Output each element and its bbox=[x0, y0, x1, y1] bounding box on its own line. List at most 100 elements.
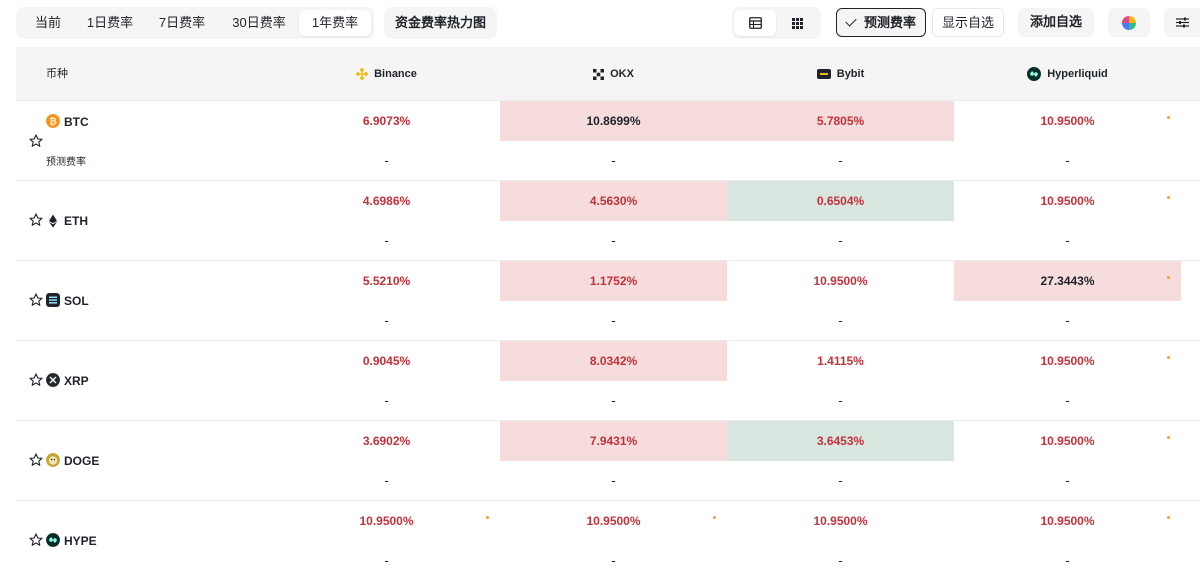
rate-cell-binance: 3.6902% bbox=[362, 434, 411, 448]
bybit-column-header[interactable]: Bybit bbox=[727, 47, 954, 101]
add-favorites-button[interactable]: 添加自选 bbox=[1018, 8, 1094, 37]
predicted-cell-binance: - bbox=[384, 473, 389, 488]
hyperliquid-column-header[interactable]: Hyperliquid bbox=[954, 47, 1181, 101]
settings-button[interactable] bbox=[1164, 8, 1200, 37]
star-icon[interactable] bbox=[29, 373, 43, 387]
rate-cell-hyperliquid: 10.9500% bbox=[1040, 194, 1095, 208]
predicted-rate-sublabel: 预测费率 bbox=[46, 157, 86, 168]
okx-logo-icon bbox=[593, 68, 605, 80]
predicted-cell-okx: - bbox=[611, 393, 616, 408]
okx-label: OKX bbox=[610, 68, 634, 80]
rate-cell-okx: 10.8699% bbox=[500, 101, 727, 141]
coin-symbol[interactable]: HYPE bbox=[64, 534, 97, 548]
predicted-cell-bybit: - bbox=[838, 553, 843, 568]
btc-coin-icon: ₿ bbox=[46, 114, 60, 128]
table-header: 币种 Binance OKX Bybit Hyperliquid bbox=[16, 47, 1200, 101]
coin-symbol[interactable]: DOGE bbox=[64, 454, 99, 468]
rate-cell-bybit: 5.7805% bbox=[727, 101, 954, 141]
coin-symbol[interactable]: XRP bbox=[64, 374, 89, 388]
predicted-cell-hyperliquid: - bbox=[1065, 553, 1070, 568]
rate-cell-okx: 10.9500% bbox=[586, 514, 641, 528]
predicted-cell-okx: - bbox=[611, 313, 616, 328]
period-tabs: 当前 1日费率 7日费率 30日费率 1年费率 bbox=[16, 7, 374, 39]
table-row-xrp: XRP 0.9045% 8.0342% 1.4115% 10.9500% - -… bbox=[16, 341, 1200, 421]
predicted-cell-bybit: - bbox=[838, 153, 843, 168]
tab-30d-rate[interactable]: 30日费率 bbox=[220, 10, 298, 36]
tab-7d-rate[interactable]: 7日费率 bbox=[144, 10, 220, 36]
rate-cell-hyperliquid: 10.9500% bbox=[1040, 354, 1095, 368]
hype-coin-icon bbox=[46, 533, 60, 547]
predicted-cell-binance: - bbox=[384, 313, 389, 328]
predicted-cell-bybit: - bbox=[838, 393, 843, 408]
predicted-rate-toggle[interactable]: 预测费率 bbox=[836, 8, 926, 37]
coin-symbol[interactable]: SOL bbox=[64, 294, 89, 308]
sliders-icon bbox=[1175, 17, 1189, 28]
rate-cell-binance: 10.9500% bbox=[359, 514, 414, 528]
rate-cell-bybit: 10.9500% bbox=[813, 514, 868, 528]
toolbar: 当前 1日费率 7日费率 30日费率 1年费率 资金费率热力图 预测费率 显示自… bbox=[0, 0, 1200, 46]
rate-cell-binance: 0.9045% bbox=[362, 354, 411, 368]
table-row-sol: SOL 5.5210% 1.1752% 10.9500% 27.3443% - … bbox=[16, 261, 1200, 341]
rate-cell-bybit: 3.6453% bbox=[727, 421, 954, 461]
hyperliquid-label: Hyperliquid bbox=[1047, 68, 1108, 80]
binance-column-header[interactable]: Binance bbox=[273, 47, 500, 101]
xrp-coin-icon bbox=[46, 373, 60, 387]
predicted-cell-hyperliquid: - bbox=[1065, 153, 1070, 168]
rate-cell-okx: 4.5630% bbox=[500, 181, 727, 221]
cap-indicator-dot bbox=[1167, 276, 1170, 279]
color-wheel-icon bbox=[1122, 15, 1136, 30]
table-view-button[interactable] bbox=[734, 10, 776, 36]
rate-cell-hyperliquid: 27.3443% bbox=[954, 261, 1181, 301]
rate-cell-hyperliquid: 10.9500% bbox=[1040, 434, 1095, 448]
coin-column-header: 币种 bbox=[46, 68, 68, 80]
predicted-cell-okx: - bbox=[611, 153, 616, 168]
heatmap-button[interactable]: 资金费率热力图 bbox=[384, 7, 497, 39]
grid-view-button[interactable] bbox=[776, 10, 818, 36]
predicted-cell-binance: - bbox=[384, 553, 389, 568]
cap-indicator-dot bbox=[486, 516, 489, 519]
table-row-btc: ₿ BTC 预测费率 6.9073% 10.8699% 5.7805% 10.9… bbox=[16, 101, 1200, 181]
star-icon[interactable] bbox=[29, 213, 43, 227]
check-icon bbox=[845, 15, 857, 27]
rate-cell-okx: 1.1752% bbox=[500, 261, 727, 301]
color-scheme-button[interactable] bbox=[1108, 8, 1150, 37]
view-toggle bbox=[732, 7, 821, 39]
cap-indicator-dot bbox=[1167, 516, 1170, 519]
coin-symbol[interactable]: ETH bbox=[64, 214, 88, 228]
svg-text:₿: ₿ bbox=[49, 117, 56, 128]
predicted-cell-bybit: - bbox=[838, 233, 843, 248]
tab-1d-rate[interactable]: 1日费率 bbox=[76, 10, 144, 36]
coin-symbol[interactable]: BTC bbox=[64, 115, 89, 129]
table-row-doge: DOGE 3.6902% 7.9431% 3.6453% 10.9500% - … bbox=[16, 421, 1200, 501]
predicted-cell-binance: - bbox=[384, 393, 389, 408]
predicted-cell-hyperliquid: - bbox=[1065, 313, 1070, 328]
table-row-hype: HYPE 10.9500% 10.9500% 10.9500% 10.9500%… bbox=[16, 501, 1200, 575]
show-favorites-button[interactable]: 显示自选 bbox=[932, 8, 1004, 37]
rate-cell-binance: 5.5210% bbox=[362, 274, 411, 288]
heatmap-tab: 资金费率热力图 bbox=[384, 7, 497, 39]
sol-coin-icon bbox=[46, 293, 60, 307]
predicted-cell-okx: - bbox=[611, 473, 616, 488]
star-icon[interactable] bbox=[29, 533, 43, 547]
star-icon[interactable] bbox=[29, 293, 43, 307]
bybit-label: Bybit bbox=[836, 68, 865, 80]
predicted-cell-hyperliquid: - bbox=[1065, 473, 1070, 488]
rate-cell-bybit: 0.6504% bbox=[727, 181, 954, 221]
star-icon[interactable] bbox=[29, 453, 43, 467]
cap-indicator-dot bbox=[1167, 356, 1170, 359]
tab-1y-rate[interactable]: 1年费率 bbox=[299, 10, 371, 36]
eth-coin-icon bbox=[49, 214, 57, 228]
rate-cell-bybit: 10.9500% bbox=[813, 274, 868, 288]
okx-column-header[interactable]: OKX bbox=[500, 47, 727, 101]
rate-cell-okx: 8.0342% bbox=[500, 341, 727, 381]
bybit-logo-icon bbox=[816, 69, 831, 79]
predicted-cell-binance: - bbox=[384, 233, 389, 248]
predicted-cell-binance: - bbox=[384, 153, 389, 168]
predicted-cell-hyperliquid: - bbox=[1065, 393, 1070, 408]
tab-current[interactable]: 当前 bbox=[20, 10, 76, 36]
predicted-rate-label: 预测费率 bbox=[863, 15, 916, 30]
rate-cell-bybit: 1.4115% bbox=[817, 354, 864, 368]
star-icon[interactable] bbox=[29, 134, 43, 148]
predicted-cell-okx: - bbox=[611, 553, 616, 568]
cap-indicator-dot bbox=[713, 516, 716, 519]
